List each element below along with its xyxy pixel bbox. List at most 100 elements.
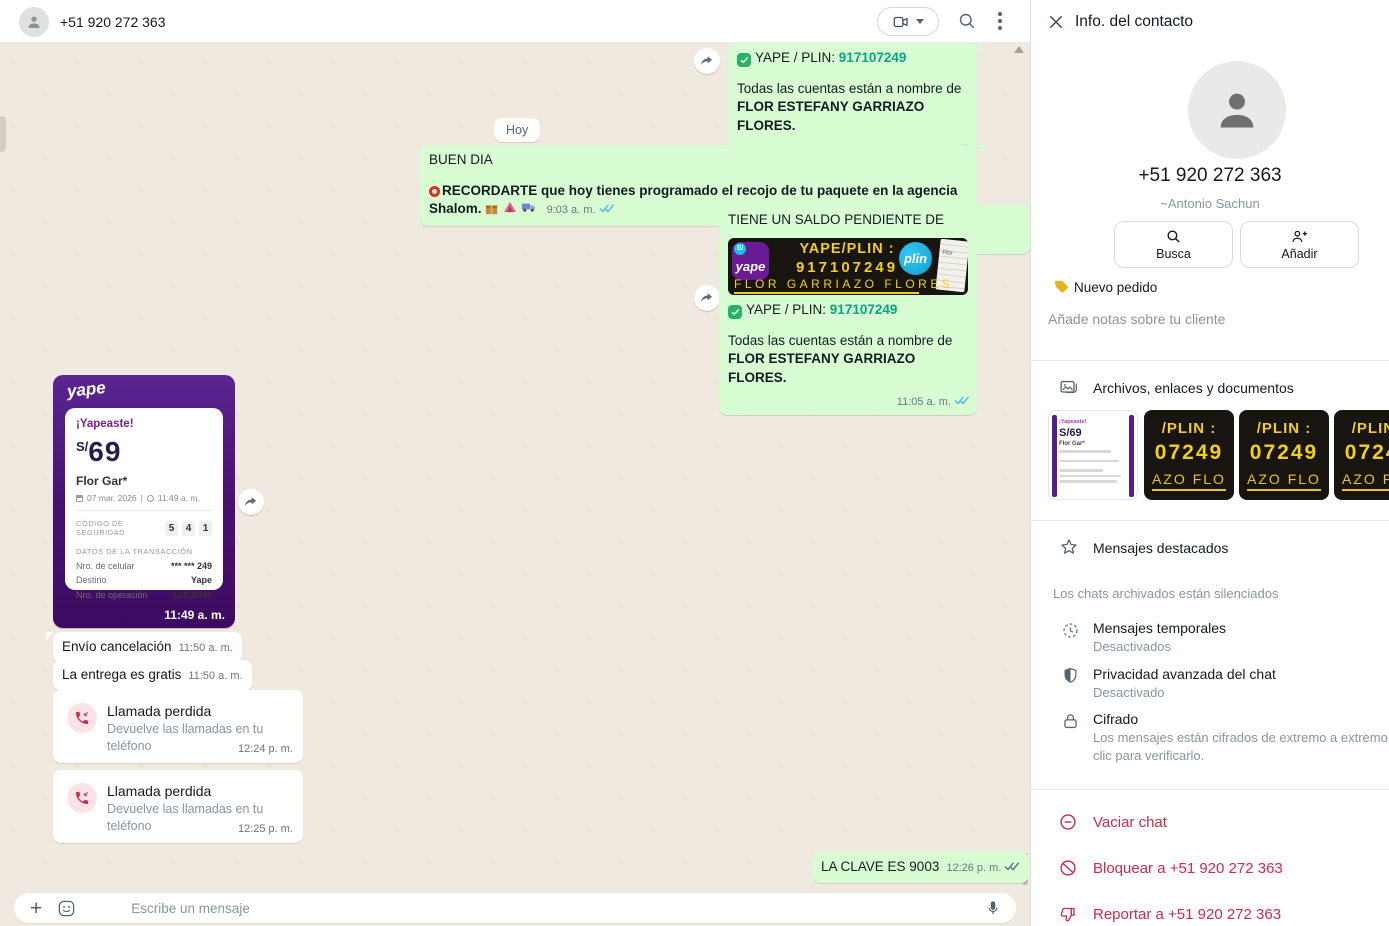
composer-bar: + [0,888,1030,926]
forward-icon [699,53,715,69]
minus-circle-icon [1058,812,1078,832]
phone-link[interactable]: 917107249 [839,50,907,65]
clock-icon [147,495,154,502]
calendar-icon [76,495,83,502]
search-chat-button[interactable] [957,11,977,36]
star-icon [1059,537,1079,557]
tag-icon [1052,278,1071,297]
message-envio[interactable]: Envío cancelación11:50 a. m. [53,632,242,663]
kebab-icon [998,12,1002,16]
contact-phone[interactable]: +51 920 272 363 [1031,165,1389,187]
message-meta: 9:03 a. m. [547,204,615,216]
contact-info-panel: Info. del contacto +51 920 272 363 ~Anto… [1030,0,1389,926]
customer-notes-placeholder[interactable]: Añade notas sobre tu cliente [1048,311,1225,327]
close-panel-button[interactable] [1047,13,1065,36]
video-call-button[interactable] [877,7,939,36]
missed-call-icon [74,790,90,806]
receipt-card: ¡Yapeaste! S/69 Flor Gar* 07 mar. 2026|1… [65,408,223,590]
divider [1031,520,1389,521]
phone-link[interactable]: 917107249 [830,302,898,317]
plin-logo: plin [899,242,932,275]
delivered-checks-icon [1004,861,1020,872]
message-line: YAPE / PLIN: 917107249 [737,49,967,67]
forward-message-button[interactable] [694,48,720,74]
forward-icon [699,290,715,306]
whatsapp-window: +51 920 272 363 YAPE / PLIN: 917107249 T… [0,0,1389,926]
search-icon [1165,228,1182,245]
security-code: 541 [165,521,212,536]
check-badge-icon [728,305,742,319]
red-circle-emoji [429,186,440,197]
yape-receipt-image[interactable]: yape ¡Yapeaste! S/69 Flor Gar* 07 mar. 2… [53,375,235,628]
setting-temporales[interactable]: Mensajes temporales [1093,620,1226,636]
chevron-down-icon [916,19,924,24]
composer-pill: + [14,893,1016,923]
divider [1031,789,1389,790]
divider [1031,360,1389,361]
person-icon [1209,82,1265,138]
yape-logo: yape [66,378,107,402]
media-thumb-receipt[interactable]: ¡Yapeaste! S/69 Flor Gar* [1048,410,1138,500]
mic-button[interactable] [984,899,1002,917]
scroll-up-arrow[interactable] [1014,46,1024,53]
person-add-icon [1290,228,1309,245]
forward-message-button[interactable] [238,489,264,515]
forward-message-button[interactable] [694,285,720,311]
disappearing-messages-icon [1061,621,1080,640]
person-icon [25,13,43,31]
lock-icon [1061,712,1080,731]
contact-push-name: ~Antonio Sachun [1031,196,1389,211]
starred-messages[interactable]: Mensajes destacados [1093,540,1228,556]
message-entrega[interactable]: La entrega es gratis11:50 a. m. [53,660,252,691]
emoji-icon [57,899,76,918]
media-thumb-plin[interactable]: /PLIN : 07249 AZO FLO [1144,410,1234,500]
read-checks-icon [954,395,970,406]
message-clave[interactable]: LA CLAVE ES 900312:26 p. m. [812,852,1029,883]
missed-call-icon-circle [67,703,97,733]
setting-privacidad[interactable]: Privacidad avanzada del chat [1093,666,1276,682]
yape-logo: S/yape [732,242,769,280]
media-section-title[interactable]: Archivos, enlaces y documentos [1093,380,1294,396]
search-in-chat-button[interactable]: Busca [1114,221,1233,268]
label-nuevo-pedido[interactable]: Nuevo pedido [1074,280,1157,295]
search-icon [957,11,977,31]
shield-icon [1061,666,1080,685]
sidebar-collapse-handle[interactable] [0,116,6,152]
clear-chat-action[interactable]: Vaciar chat [1093,814,1167,831]
chat-header: +51 920 272 363 [0,0,1030,43]
missed-call-card[interactable]: Llamada perdida Devuelve las llamadas en… [53,770,303,843]
close-icon [1047,13,1065,31]
thumbs-down-icon [1058,904,1078,924]
media-icon [1059,377,1079,397]
message-line: YAPE / PLIN: 917107249 [728,301,968,319]
image-timestamp: 11:49 a. m. [164,608,225,622]
add-contact-button[interactable]: Añadir [1240,221,1359,268]
setting-cifrado[interactable]: Cifrado [1093,711,1138,727]
check-badge-icon [737,53,751,67]
message-yape-banner[interactable]: S/yape YAPE/PLIN : 917107249 plin Flor F… [719,232,977,415]
archived-note: Los chats archivados están silenciados [1053,585,1278,603]
message-input[interactable] [131,901,984,916]
attach-plus-button[interactable]: + [30,898,42,919]
contact-avatar-large[interactable] [1188,61,1286,159]
emoji-button[interactable] [57,899,76,918]
package-emoji [485,202,499,215]
chat-message-area: YAPE / PLIN: 917107249 Todas las cuentas… [0,43,1030,888]
mic-icon [984,899,1002,917]
block-contact-action[interactable]: Bloquear a +51 920 272 363 [1093,860,1283,877]
missed-call-card[interactable]: Llamada perdida Devuelve las llamadas en… [53,690,303,763]
media-thumb-plin[interactable]: /PLIN : 07249 AZO FLO [1239,410,1329,500]
video-camera-icon [892,13,910,31]
date-divider: Hoy [494,118,540,142]
missed-call-icon-circle [67,783,97,813]
contact-avatar[interactable] [19,7,49,37]
forward-icon [243,494,259,510]
read-checks-icon [599,203,615,214]
tent-emoji [503,200,517,213]
missed-call-icon [74,710,90,726]
yape-plin-banner-image[interactable]: S/yape YAPE/PLIN : 917107249 plin Flor F… [728,238,968,295]
media-thumb-plin[interactable]: /PLIN : 07249 AZO FLO [1334,410,1389,500]
menu-button[interactable] [998,12,1002,30]
chat-title[interactable]: +51 920 272 363 [60,14,166,30]
report-contact-action[interactable]: Reportar a +51 920 272 363 [1093,906,1281,923]
